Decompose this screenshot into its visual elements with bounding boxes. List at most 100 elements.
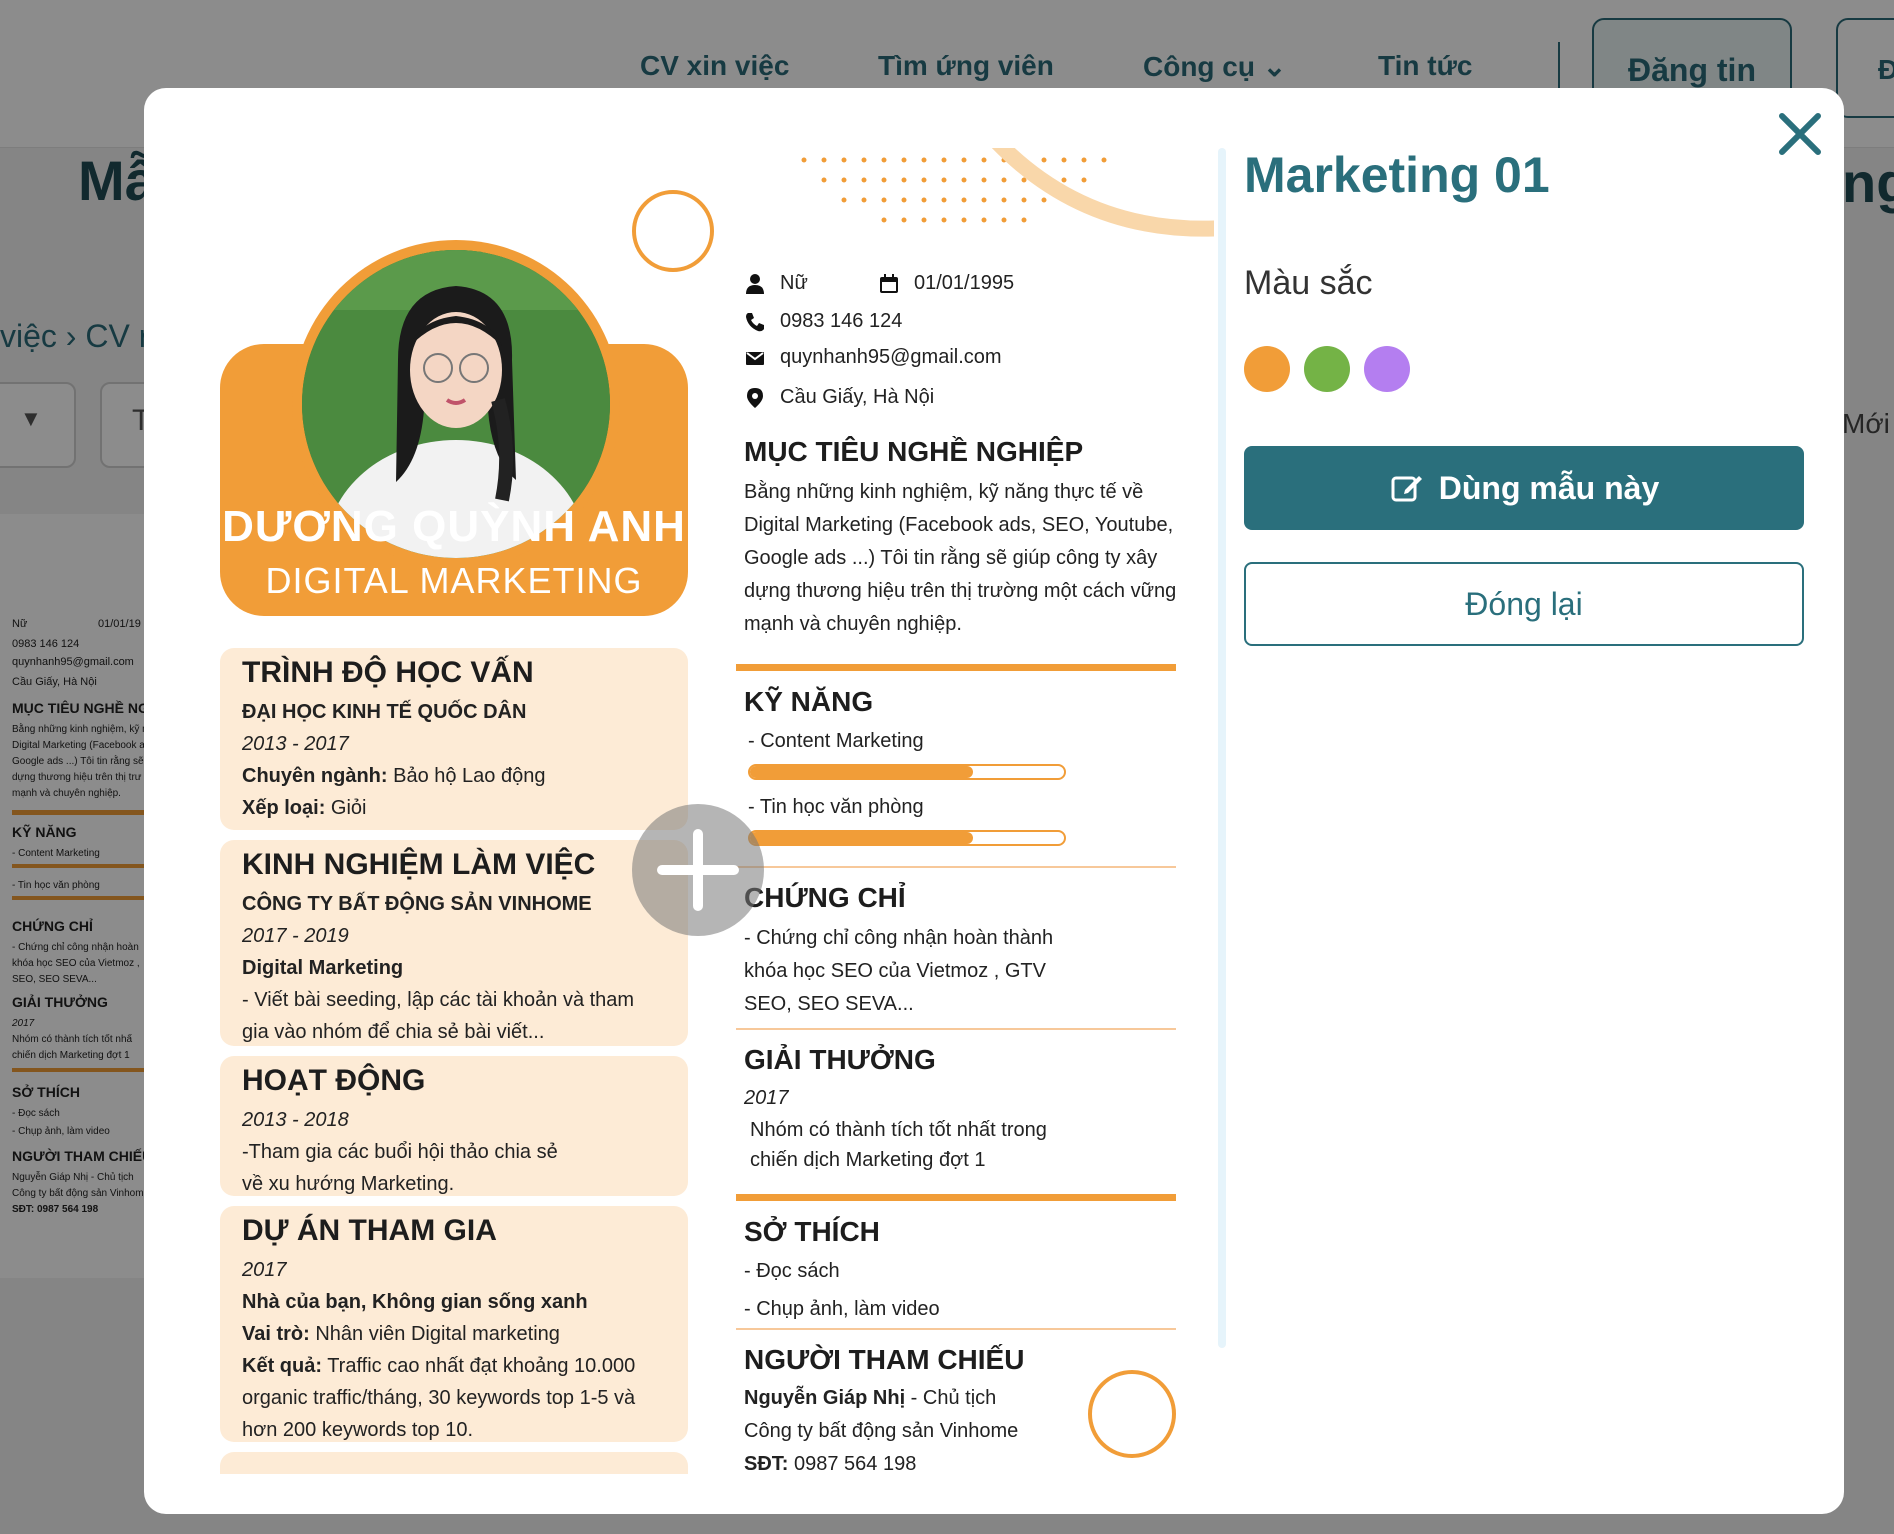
experience-position: Digital Marketing: [242, 957, 404, 979]
education-heading: TRÌNH ĐỘ HỌC VẤN: [242, 656, 534, 689]
projects-year: 2017: [242, 1259, 287, 1281]
hobbies-section: SỞ THÍCH - Đọc sách - Chụp ảnh, làm vide…: [744, 1216, 1184, 1328]
projects-heading: DỰ ÁN THAM GIA: [242, 1214, 497, 1247]
objective-section: MỤC TIÊU NGHỀ NGHIỆP Bằng những kinh ngh…: [744, 436, 1184, 641]
gender-row: Nữ: [744, 272, 808, 295]
user-icon: [746, 273, 764, 294]
email-row: quynhanh95@gmail.com: [744, 346, 1002, 369]
objective-line: Bằng những kinh nghiệm, kỹ năng thực tế …: [744, 481, 1144, 503]
hobby-item: - Đọc sách: [744, 1260, 840, 1282]
skill-level-fill: [750, 832, 973, 844]
color-label: Màu sắc: [1244, 264, 1373, 302]
award-year: 2017: [744, 1087, 789, 1109]
template-preview-modal: DƯƠNG QUỲNH ANH DIGITAL MARKETING TRÌNH …: [144, 88, 1844, 1514]
activities-section: HOẠT ĐỘNG 2013 - 2018 -Tham gia các buổi…: [220, 1056, 688, 1196]
project-result-label: Kết quả:: [242, 1355, 322, 1377]
section-divider: [736, 664, 1176, 671]
education-school: ĐẠI HỌC KINH TẾ QUỐC DÂN: [242, 701, 527, 723]
activities-years: 2013 - 2018: [242, 1109, 349, 1131]
activities-desc: về xu hướng Marketing.: [242, 1173, 455, 1195]
project-role-label: Vai trò:: [242, 1323, 310, 1345]
address-row: Cầu Giấy, Hà Nội: [744, 386, 934, 409]
close-modal-button[interactable]: Đóng lại: [1244, 562, 1804, 646]
experience-desc: - Viết bài seeding, lập các tài khoản và…: [242, 989, 635, 1011]
phone-icon: [746, 312, 764, 331]
email-value: quynhanh95@gmail.com: [780, 346, 1002, 368]
project-role: Nhân viên Digital marketing: [309, 1323, 560, 1345]
cv-full-name: DƯƠNG QUỲNH ANH: [222, 502, 686, 551]
activities-heading: HOẠT ĐỘNG: [242, 1064, 426, 1097]
cv-preview: DƯƠNG QUỲNH ANH DIGITAL MARKETING TRÌNH …: [144, 148, 1214, 1474]
award-line: Nhóm có thành tích tốt nhất trong: [750, 1119, 1047, 1141]
cv-job-title: DIGITAL MARKETING: [265, 560, 643, 601]
preview-scrollbar[interactable]: [1218, 148, 1226, 1348]
skill-name: - Content Marketing: [748, 730, 924, 752]
objective-line: Google ads ...) Tôi tin rằng sẽ giúp côn…: [744, 547, 1158, 569]
objective-heading: MỤC TIÊU NGHỀ NGHIỆP: [744, 436, 1084, 467]
calendar-icon: [880, 273, 898, 293]
objective-line: Digital Marketing (Facebook ads, SEO, Yo…: [744, 514, 1174, 536]
hobby-item: - Chụp ảnh, làm video: [744, 1298, 940, 1320]
experience-years: 2017 - 2019: [242, 925, 349, 947]
project-result: organic traffic/tháng, 30 keywords top 1…: [242, 1387, 636, 1409]
reference-phone: 0987 564 198: [788, 1453, 917, 1474]
project-name: Nhà của bạn, Không gian sống xanh: [242, 1291, 588, 1313]
skill-level-bar: [748, 764, 1066, 780]
experience-desc: gia vào nhóm để chia sẻ bài viết...: [242, 1021, 545, 1043]
experience-heading: KINH NGHIỆM LÀM VIỆC: [242, 848, 596, 881]
award-line: chiến dịch Marketing đợt 1: [750, 1149, 986, 1171]
location-pin-icon: [747, 387, 763, 408]
use-template-label: Dùng mẫu này: [1438, 469, 1660, 506]
dob-row: 01/01/1995: [878, 272, 1014, 295]
experience-company: CÔNG TY BẤT ĐỘNG SẢN VINHOME: [242, 893, 592, 915]
zoom-plus-button[interactable]: [632, 804, 764, 936]
phone-row: 0983 146 124: [744, 310, 902, 333]
decorative-circle: [632, 190, 714, 272]
skill-level-fill: [750, 766, 973, 778]
dob-value: 01/01/1995: [914, 272, 1015, 294]
skills-heading: KỸ NĂNG: [744, 686, 874, 717]
reference-phone-label: SĐT:: [744, 1453, 789, 1474]
skill-name: - Tin học văn phòng: [748, 796, 924, 818]
awards-section: GIẢI THƯỞNG 2017 Nhóm có thành tích tốt …: [744, 1044, 1184, 1175]
references-section: NGƯỜI THAM CHIẾU Nguyễn Giáp Nhị - Chủ t…: [744, 1344, 1184, 1474]
color-swatch-purple[interactable]: [1364, 346, 1410, 392]
hobbies-heading: SỞ THÍCH: [744, 1216, 880, 1247]
color-swatch-green[interactable]: [1304, 346, 1350, 392]
gender-value: Nữ: [780, 272, 808, 294]
reference-company: Công ty bất động sản Vinhome: [744, 1420, 1019, 1442]
project-result: hơn 200 keywords top 10.: [242, 1419, 474, 1441]
certificate-line: SEO, SEO SEVA...: [744, 993, 914, 1015]
color-swatch-orange[interactable]: [1244, 346, 1290, 392]
phone-value: 0983 146 124: [780, 310, 903, 332]
template-title: Marketing 01: [1244, 147, 1550, 203]
close-icon[interactable]: [1772, 106, 1828, 162]
activities-desc: -Tham gia các buổi hội thảo chia sẻ: [242, 1141, 558, 1163]
edit-icon: [1391, 476, 1422, 502]
education-years: 2013 - 2017: [242, 733, 349, 755]
major-label: Chuyên ngành:: [242, 765, 388, 787]
section-divider: [736, 866, 1176, 868]
major-value: Bảo hộ Lao động: [387, 765, 546, 787]
plus-icon: [657, 829, 739, 911]
certificate-line: khóa học SEO của Vietmoz , GTV: [744, 960, 1046, 982]
grade-label: Xếp loại:: [242, 797, 326, 819]
references-heading: NGƯỜI THAM CHIẾU: [744, 1344, 1025, 1375]
grade-value: Giỏi: [325, 797, 367, 819]
objective-line: mạnh và chuyên nghiệp.: [744, 613, 962, 635]
awards-heading: GIẢI THƯỞNG: [744, 1044, 936, 1075]
education-section: TRÌNH ĐỘ HỌC VẤN ĐẠI HỌC KINH TẾ QUỐC DÂ…: [220, 648, 688, 830]
certificate-line: - Chứng chỉ công nhận hoàn thành: [744, 927, 1054, 949]
certificates-section: CHỨNG CHỈ - Chứng chỉ công nhận hoàn thà…: [744, 882, 1184, 1021]
skill-level-bar: [748, 830, 1066, 846]
certificates-heading: CHỨNG CHỈ: [744, 882, 906, 913]
reference-title: - Chủ tịch: [905, 1387, 997, 1409]
skills-section: KỸ NĂNG: [744, 686, 1184, 718]
project-result: Traffic cao nhất đạt khoảng 10.000: [322, 1355, 636, 1377]
decorative-arc: [991, 148, 1214, 237]
section-divider: [736, 1028, 1176, 1030]
use-template-button[interactable]: Dùng mẫu này: [1244, 446, 1804, 530]
next-section-partial: [220, 1452, 688, 1474]
section-divider: [736, 1328, 1176, 1330]
projects-section: DỰ ÁN THAM GIA 2017 Nhà của bạn, Không g…: [220, 1206, 688, 1442]
